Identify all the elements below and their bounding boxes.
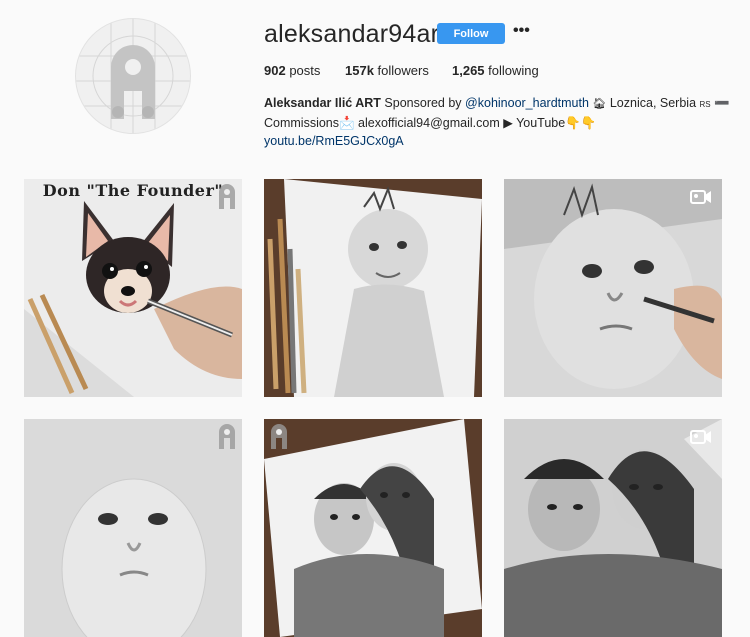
profile-username: aleksandar94art <box>264 20 447 48</box>
video-camera-icon <box>690 190 711 204</box>
artist-logo-icon <box>219 424 235 449</box>
post-image <box>504 179 722 397</box>
sponsored-text: Sponsored by <box>384 96 462 110</box>
following-label: following <box>488 63 539 78</box>
house-icon: 🏠︎ <box>592 98 607 110</box>
profile-avatar[interactable] <box>75 18 191 134</box>
following-stat[interactable]: 1,265 following <box>452 63 539 78</box>
post-tile[interactable]: Don "The Founder" <box>24 179 242 397</box>
post-image <box>24 419 242 637</box>
posts-stat: 902 posts <box>264 63 320 78</box>
post-tile[interactable] <box>504 179 722 397</box>
followers-count: 157k <box>345 63 374 78</box>
post-image <box>264 419 482 637</box>
profile-full-name: Aleksandar Ilić ART <box>264 96 381 110</box>
profile-bio: Aleksandar Ilić ART Sponsored by @kohino… <box>264 94 730 150</box>
posts-label: posts <box>289 63 321 78</box>
posts-count: 902 <box>264 63 286 78</box>
artist-logo-icon <box>271 424 287 449</box>
follow-button[interactable]: Follow <box>437 23 505 44</box>
followers-stat[interactable]: 157k followers <box>345 63 429 78</box>
avatar-logo-icon <box>76 19 190 133</box>
post-image <box>264 179 482 397</box>
bio-link[interactable]: youtu.be/RmE5GJCx0gA <box>264 132 694 150</box>
dash-icon: ➖ <box>714 96 730 110</box>
country-flag-icon: RS <box>699 100 711 109</box>
post-image <box>24 179 242 397</box>
post-image <box>504 419 722 637</box>
bio-line-2: Commissions📩 alexofficial94@gmail.com ▶ … <box>264 116 597 130</box>
followers-label: followers <box>377 63 429 78</box>
sponsor-mention-link[interactable]: @kohinoor_hardtmuth <box>465 96 589 110</box>
post-tile[interactable] <box>504 419 722 637</box>
bio-line-1: Aleksandar Ilić ART Sponsored by @kohino… <box>264 94 730 114</box>
following-count: 1,265 <box>452 63 485 78</box>
post-caption: Don "The Founder" <box>42 181 224 200</box>
location-text: Loznica, Serbia <box>609 96 697 110</box>
video-camera-icon <box>690 430 711 444</box>
more-options-button[interactable]: ••• <box>513 22 530 40</box>
post-tile[interactable] <box>24 419 242 637</box>
post-tile[interactable] <box>264 419 482 637</box>
post-tile[interactable] <box>264 179 482 397</box>
artist-logo-icon <box>219 184 235 209</box>
